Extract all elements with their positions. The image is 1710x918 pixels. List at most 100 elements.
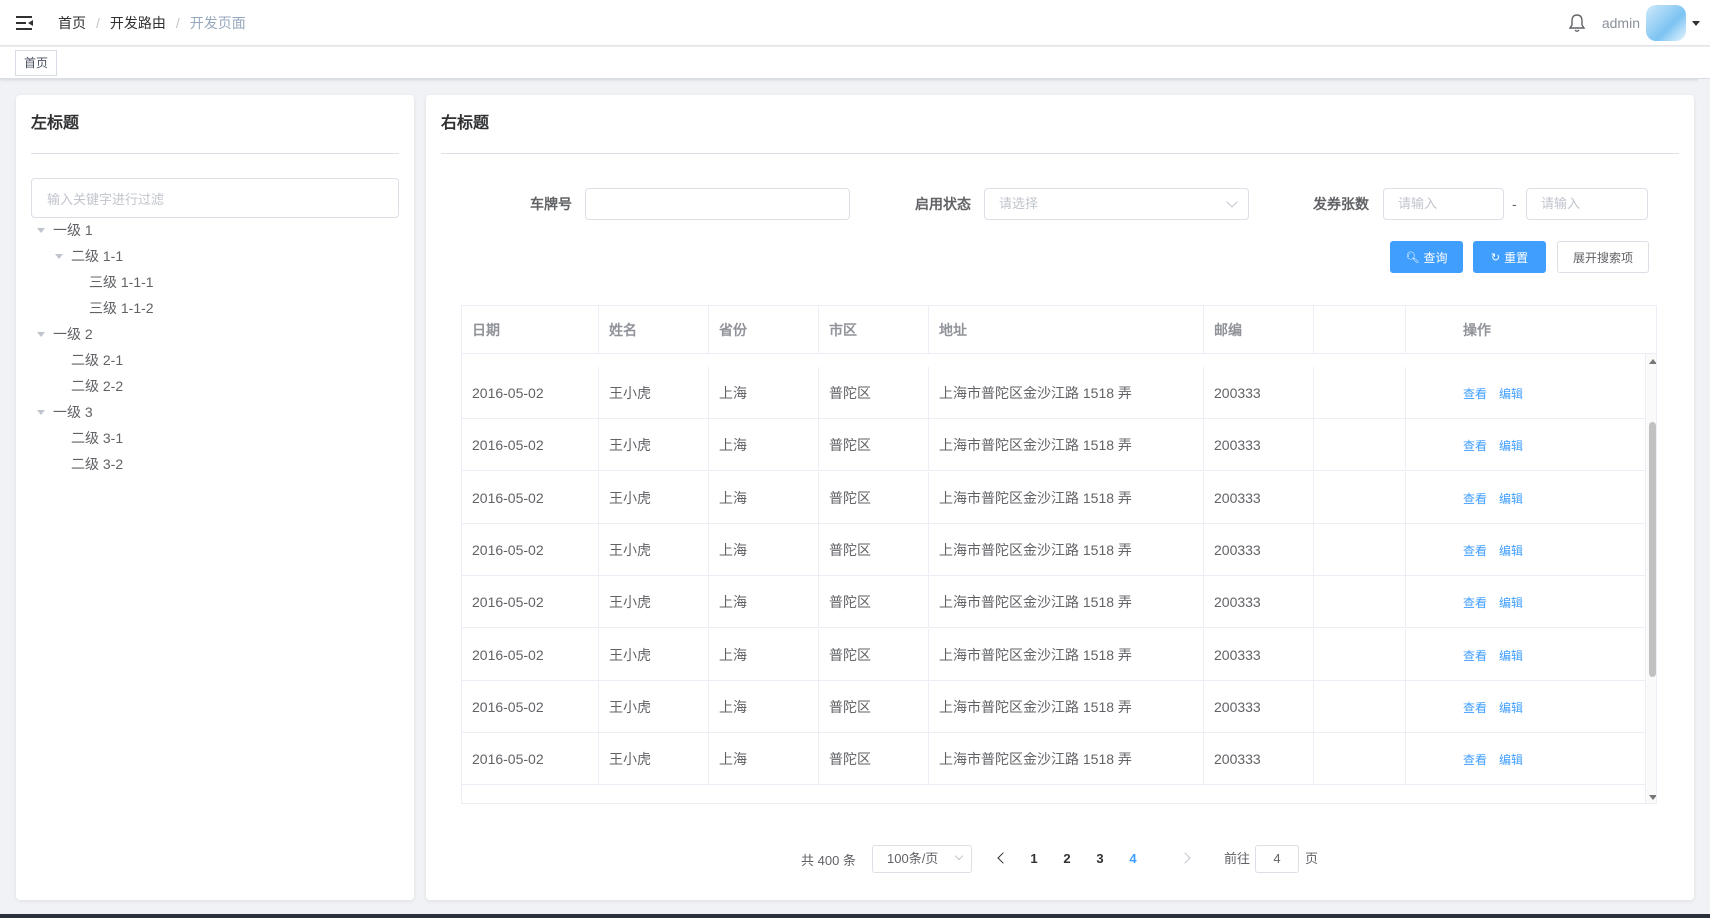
column-header[interactable]: 姓名 <box>599 306 709 354</box>
status-select[interactable]: 请选择 <box>984 188 1249 220</box>
table-row: 2016-05-02 王小虎 上海 普陀区 上海市普陀区金沙江路 1518 弄 20033… <box>462 628 1656 681</box>
range-separator: - <box>1512 196 1517 212</box>
plate-input[interactable] <box>585 188 850 220</box>
page-number[interactable]: 2 <box>1052 845 1082 873</box>
view-link[interactable]: 查看 <box>1463 492 1487 506</box>
table-cell: 2016-05-02 <box>462 471 599 524</box>
column-header[interactable]: 地址 <box>929 306 1204 354</box>
tree-node[interactable]: 一级 1 <box>31 217 399 243</box>
table-cell: 上海 <box>709 419 819 472</box>
table-cell: 上海 <box>709 367 819 419</box>
tree-node[interactable]: 二级 1-1 <box>31 243 399 269</box>
tree-node-label: 二级 2-1 <box>71 352 124 368</box>
tree-node[interactable]: 二级 2-1 <box>31 347 399 373</box>
edit-link[interactable]: 编辑 <box>1499 492 1523 506</box>
view-link[interactable]: 查看 <box>1463 387 1487 401</box>
next-page-icon[interactable] <box>1179 852 1191 864</box>
page-number[interactable]: 4 <box>1118 845 1148 873</box>
table-header: 日期 姓名 省份 市区 地址 邮编 操作 <box>462 306 1656 354</box>
search-icon: 🔍︎ <box>1405 251 1420 264</box>
table-cell: 上海市普陀区金沙江路 1518 弄 <box>929 367 1204 419</box>
column-header[interactable]: 邮编 <box>1204 306 1314 354</box>
table-cell: 上海 <box>709 680 819 733</box>
tree-node[interactable]: 三级 1-1-1 <box>31 269 399 295</box>
edit-link[interactable]: 编辑 <box>1499 387 1523 401</box>
view-link[interactable]: 查看 <box>1463 596 1487 610</box>
bell-icon[interactable] <box>1568 13 1586 33</box>
tree-node[interactable]: 二级 3-1 <box>31 425 399 451</box>
prev-page-icon[interactable] <box>997 852 1009 864</box>
caret-down-icon[interactable] <box>37 409 45 415</box>
page-number[interactable]: 3 <box>1085 845 1115 873</box>
query-button[interactable]: 🔍︎ 查询 <box>1390 241 1463 273</box>
view-link[interactable]: 查看 <box>1463 544 1487 558</box>
tag-home[interactable]: 首页 <box>15 50 58 76</box>
table-cell: 200333 <box>1204 419 1314 472</box>
table-cell: 普陀区 <box>819 367 929 419</box>
expand-search-button[interactable]: 展开搜索项 <box>1557 241 1649 273</box>
caret-down-icon[interactable] <box>55 253 63 259</box>
page-scrollbar[interactable] <box>1698 79 1710 918</box>
tree-node[interactable]: 一级 3 <box>31 399 399 425</box>
breadcrumb: 首页 / 开发路由 / 开发页面 <box>58 13 246 33</box>
scrollbar-thumb[interactable] <box>1649 422 1656 677</box>
view-link[interactable]: 查看 <box>1463 439 1487 453</box>
table-cell: 王小虎 <box>599 733 709 786</box>
edit-link[interactable]: 编辑 <box>1499 596 1523 610</box>
table-cell: 200333 <box>1204 523 1314 576</box>
table-cell: 王小虎 <box>599 419 709 472</box>
tree-node[interactable]: 一级 2 <box>31 321 399 347</box>
breadcrumb-dev-page: 开发页面 <box>189 14 246 31</box>
column-header[interactable]: 市区 <box>819 306 929 354</box>
page-size-select[interactable]: 100条/页 <box>872 845 972 873</box>
table-cell: 普陀区 <box>819 628 929 681</box>
tree-node[interactable]: 三级 1-1-2 <box>31 295 399 321</box>
page-number[interactable]: 1 <box>1019 845 1049 873</box>
table-cell <box>1314 367 1406 419</box>
table-scrollbar[interactable] <box>1645 354 1656 803</box>
edit-link[interactable]: 编辑 <box>1499 649 1523 663</box>
column-header[interactable] <box>1314 306 1406 354</box>
edit-link[interactable]: 编辑 <box>1499 701 1523 715</box>
username[interactable]: admin <box>1602 15 1640 31</box>
table-cell: 普陀区 <box>819 680 929 733</box>
column-header[interactable]: 操作 <box>1454 306 1644 354</box>
caret-down-icon[interactable] <box>37 331 45 337</box>
table-row: 2016-05-02 王小虎 上海 普陀区 上海市普陀区金沙江路 1518 弄 20033… <box>462 680 1656 733</box>
caret-down-icon[interactable] <box>1692 20 1700 26</box>
reset-button-label: 重置 <box>1504 250 1529 265</box>
hamburger-menu-icon[interactable] <box>16 15 34 30</box>
reset-button[interactable]: ↻ 重置 <box>1473 241 1546 273</box>
column-header[interactable]: 日期 <box>462 306 599 354</box>
view-link[interactable]: 查看 <box>1463 701 1487 715</box>
view-link[interactable]: 查看 <box>1463 753 1487 767</box>
table-cell: 王小虎 <box>599 628 709 681</box>
table-row: 2016-05-02 王小虎 上海 普陀区 上海市普陀区金沙江路 1518 弄 20033… <box>462 471 1656 524</box>
avatar[interactable] <box>1646 5 1686 41</box>
scroll-down-icon[interactable] <box>1649 795 1656 800</box>
table-cell-actions: 查看 编辑 <box>1454 524 1644 576</box>
tree-filter-input[interactable]: 输入关键字进行过滤 <box>31 178 399 218</box>
right-panel: 右标题 车牌号 启用状态 请选择 发券张数 请输入 - 请输入 🔍︎ 查询 ↻ … <box>426 95 1694 900</box>
goto-page-input[interactable]: 4 <box>1255 845 1299 873</box>
count-from-input[interactable]: 请输入 <box>1383 188 1504 220</box>
edit-link[interactable]: 编辑 <box>1499 439 1523 453</box>
edit-link[interactable]: 编辑 <box>1499 753 1523 767</box>
edit-link[interactable]: 编辑 <box>1499 544 1523 558</box>
table-cell: 200333 <box>1204 576 1314 629</box>
view-link[interactable]: 查看 <box>1463 649 1487 663</box>
count-to-input[interactable]: 请输入 <box>1526 188 1648 220</box>
table-cell: 上海 <box>709 576 819 629</box>
tree-node[interactable]: 二级 3-2 <box>31 451 399 477</box>
scroll-up-icon[interactable] <box>1649 359 1656 364</box>
caret-down-icon[interactable] <box>37 227 45 233</box>
tree-node[interactable]: 二级 2-2 <box>31 373 399 399</box>
breadcrumb-home[interactable]: 首页 <box>58 13 86 33</box>
breadcrumb-dev-route[interactable]: 开发路由 <box>110 13 166 33</box>
table-cell: 王小虎 <box>599 576 709 629</box>
table-cell: 200333 <box>1204 367 1314 419</box>
table-cell <box>1314 733 1406 786</box>
column-header[interactable]: 省份 <box>709 306 819 354</box>
